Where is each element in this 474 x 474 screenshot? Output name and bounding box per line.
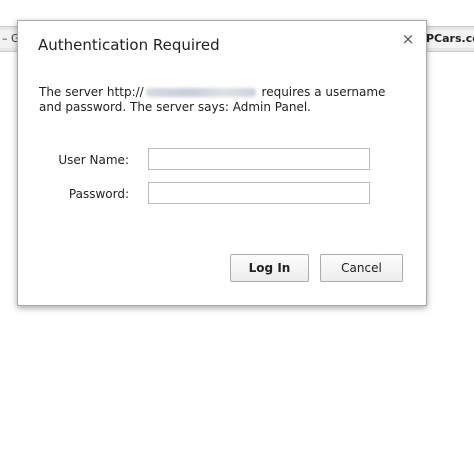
dialog-message: The server http:// requires a username a… [39, 85, 409, 115]
background-tab-right[interactable]: PCars.co [422, 30, 474, 48]
authentication-dialog: Authentication Required × The server htt… [17, 20, 427, 306]
screen: – G PCars.co Authentication Required × T… [0, 0, 474, 474]
redacted-hostname [145, 88, 256, 97]
password-label: Password: [68, 187, 129, 201]
message-prefix: The server http:// [39, 85, 144, 99]
password-input[interactable] [148, 182, 370, 204]
cancel-button[interactable]: Cancel [320, 254, 403, 282]
background-tab-left[interactable]: – G [0, 30, 18, 48]
username-label: User Name: [58, 153, 129, 167]
login-button[interactable]: Log In [230, 254, 309, 282]
username-input[interactable] [148, 148, 370, 170]
dialog-title: Authentication Required [38, 36, 220, 54]
close-icon[interactable]: × [400, 31, 416, 47]
